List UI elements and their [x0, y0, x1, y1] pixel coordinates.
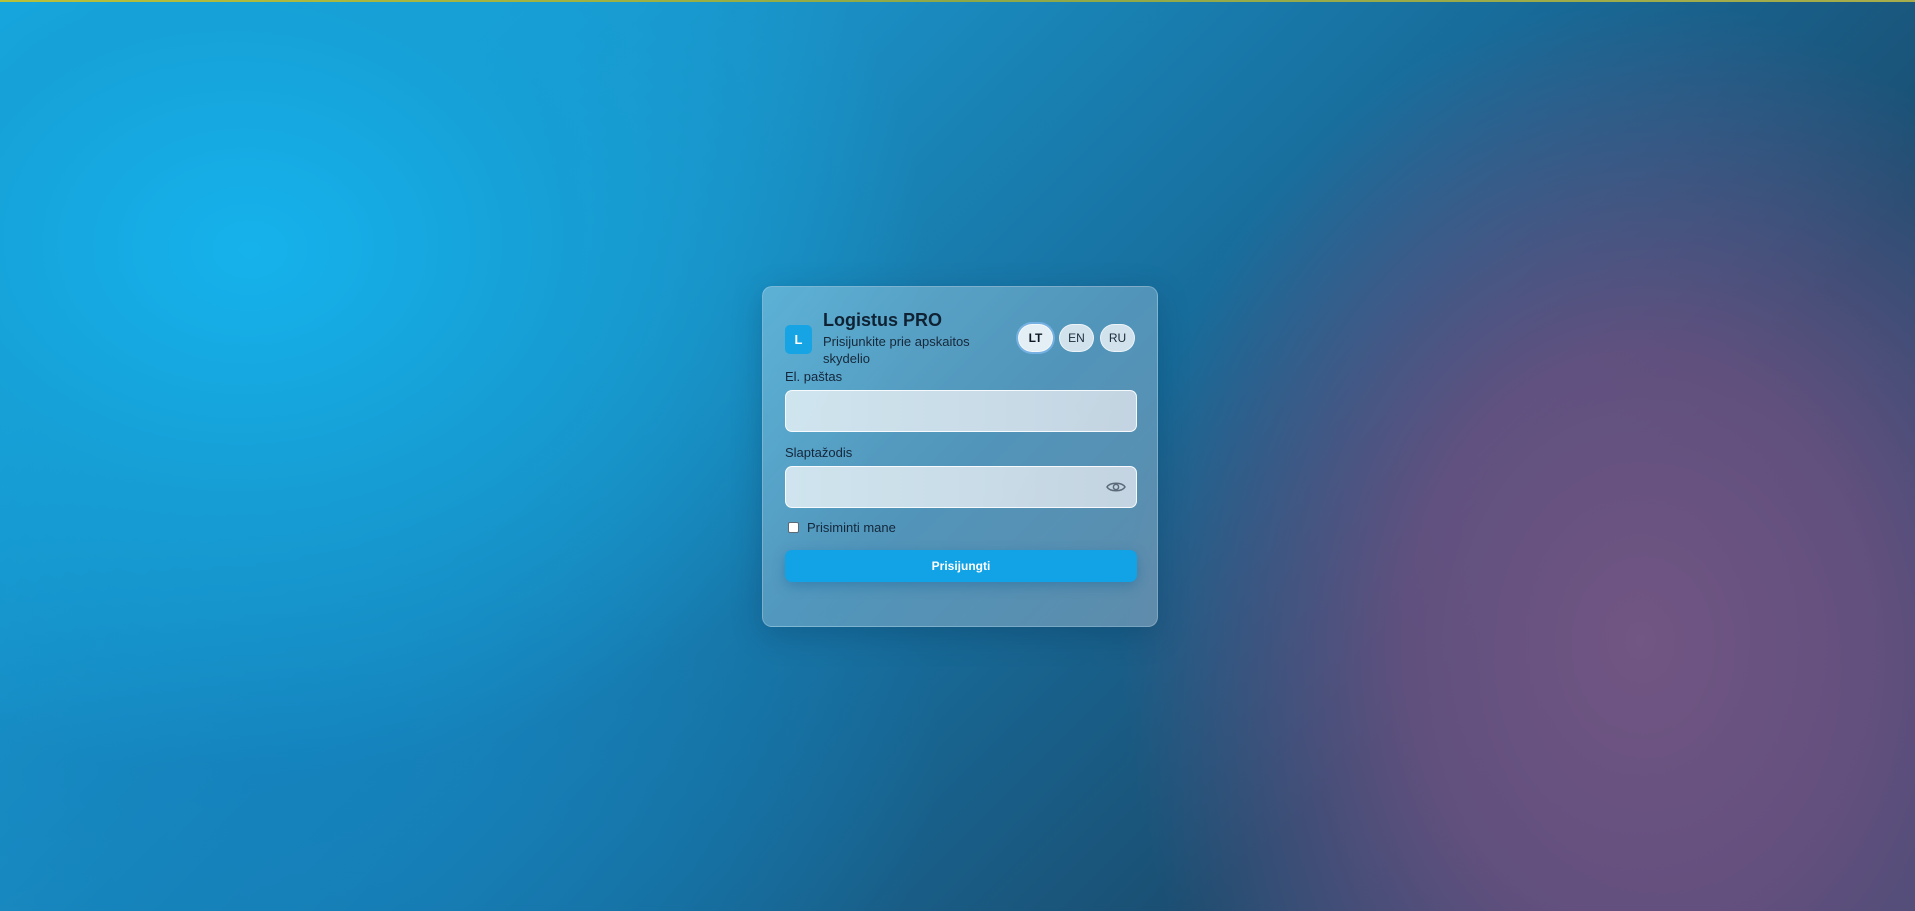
remember-me-label[interactable]: Prisiminti mane	[807, 520, 896, 535]
login-header: L Logistus PRO Prisijunkite prie apskait…	[785, 309, 1135, 371]
email-field[interactable]	[785, 390, 1137, 432]
app-title: Logistus PRO	[823, 310, 943, 330]
language-switcher: LT EN RU	[1018, 324, 1135, 352]
remember-me-row: Prisiminti mane	[785, 519, 1135, 535]
login-card: L Logistus PRO Prisijunkite prie apskait…	[762, 286, 1158, 627]
brand-text: Logistus PRO Prisijunkite prie apskaitos…	[823, 309, 983, 367]
eye-icon[interactable]	[1105, 478, 1127, 496]
password-field[interactable]	[785, 466, 1137, 508]
login-button[interactable]: Prisijungti	[785, 550, 1137, 582]
app-logo: L	[785, 325, 812, 354]
password-field-wrapper	[785, 466, 1137, 508]
email-label: El. paštas	[785, 369, 843, 384]
language-button-en[interactable]: EN	[1059, 324, 1094, 352]
top-accent-line	[0, 0, 1915, 2]
eye-icon-svg	[1106, 482, 1126, 492]
language-button-lt[interactable]: LT	[1018, 324, 1053, 352]
email-field-wrapper	[785, 390, 1137, 432]
remember-me-checkbox[interactable]	[788, 521, 799, 533]
password-label: Slaptažodis	[785, 445, 853, 460]
brand: L Logistus PRO Prisijunkite prie apskait…	[785, 309, 983, 367]
app-subtitle: Prisijunkite prie apskaitos skydelio	[823, 334, 970, 366]
language-button-ru[interactable]: RU	[1100, 324, 1135, 352]
